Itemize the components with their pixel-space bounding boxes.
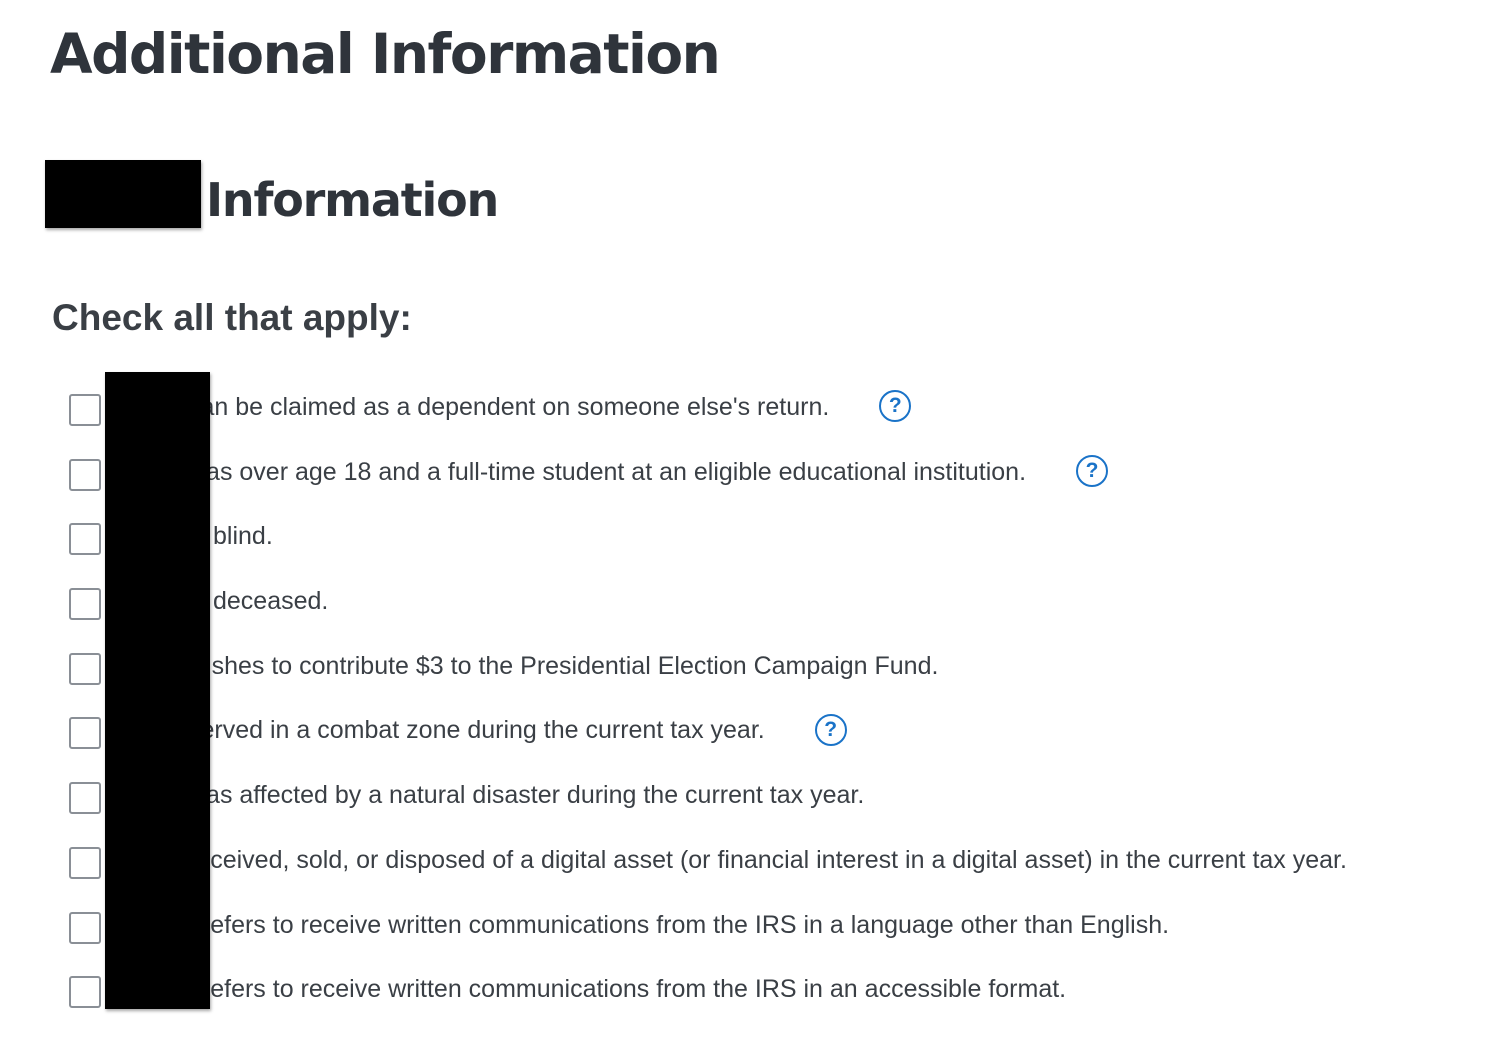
option-item: received, sold, or disposed of a digital… <box>0 827 1488 892</box>
digital-asset-label: received, sold, or disposed of a digital… <box>188 845 1347 874</box>
combat-zone-label: served in a combat zone during the curre… <box>188 716 765 745</box>
option-label-wrap: served in a combat zone during the curre… <box>188 713 847 746</box>
full-time-student-checkbox[interactable] <box>69 458 101 491</box>
digital-asset-checkbox[interactable] <box>69 846 101 879</box>
question-circle-icon[interactable]: ? <box>879 390 912 423</box>
combat-zone-checkbox[interactable] <box>69 717 101 750</box>
campaign-fund-checkbox[interactable] <box>69 652 101 685</box>
option-item: wishes to contribute $3 to the President… <box>0 633 1488 698</box>
option-item: was affected by a natural disaster durin… <box>0 762 1488 827</box>
dependent-label: can be claimed as a dependent on someone… <box>188 393 830 421</box>
redaction-block <box>45 160 201 228</box>
accessible-format-checkbox[interactable] <box>69 976 101 1009</box>
blind-checkbox[interactable] <box>69 523 101 556</box>
campaign-fund-label: wishes to contribute $3 to the President… <box>188 651 939 680</box>
accessible-format-label: prefers to receive written communication… <box>188 975 1067 1004</box>
redaction-block <box>105 372 210 1009</box>
option-item: is blind. <box>0 503 1488 568</box>
option-item: is deceased. <box>0 568 1488 633</box>
natural-disaster-label: was affected by a natural disaster durin… <box>188 781 865 810</box>
option-item: prefers to receive written communication… <box>0 892 1488 957</box>
natural-disaster-checkbox[interactable] <box>69 782 101 815</box>
language-preference-checkbox[interactable] <box>69 911 101 944</box>
question-circle-icon[interactable]: ? <box>1076 455 1109 488</box>
option-label-wrap: was over age 18 and a full-time student … <box>188 455 1109 488</box>
option-label-wrap: can be claimed as a dependent on someone… <box>188 390 912 423</box>
language-preference-label: prefers to receive written communication… <box>188 910 1170 939</box>
options-list: can be claimed as a dependent on someone… <box>0 374 1488 1021</box>
option-item: was over age 18 and a full-time student … <box>0 439 1488 504</box>
deceased-checkbox[interactable] <box>69 588 101 621</box>
dependent-checkbox[interactable] <box>69 394 101 426</box>
section-title: Information <box>206 173 499 227</box>
check-all-instruction: Check all that apply: <box>52 297 412 338</box>
question-circle-icon[interactable]: ? <box>814 713 847 746</box>
option-item: served in a combat zone during the curre… <box>0 697 1488 762</box>
page-title: Additional Information <box>50 22 721 86</box>
full-time-student-label: was over age 18 and a full-time student … <box>188 457 1027 486</box>
option-item: prefers to receive written communication… <box>0 956 1488 1021</box>
option-item: can be claimed as a dependent on someone… <box>0 374 1488 439</box>
